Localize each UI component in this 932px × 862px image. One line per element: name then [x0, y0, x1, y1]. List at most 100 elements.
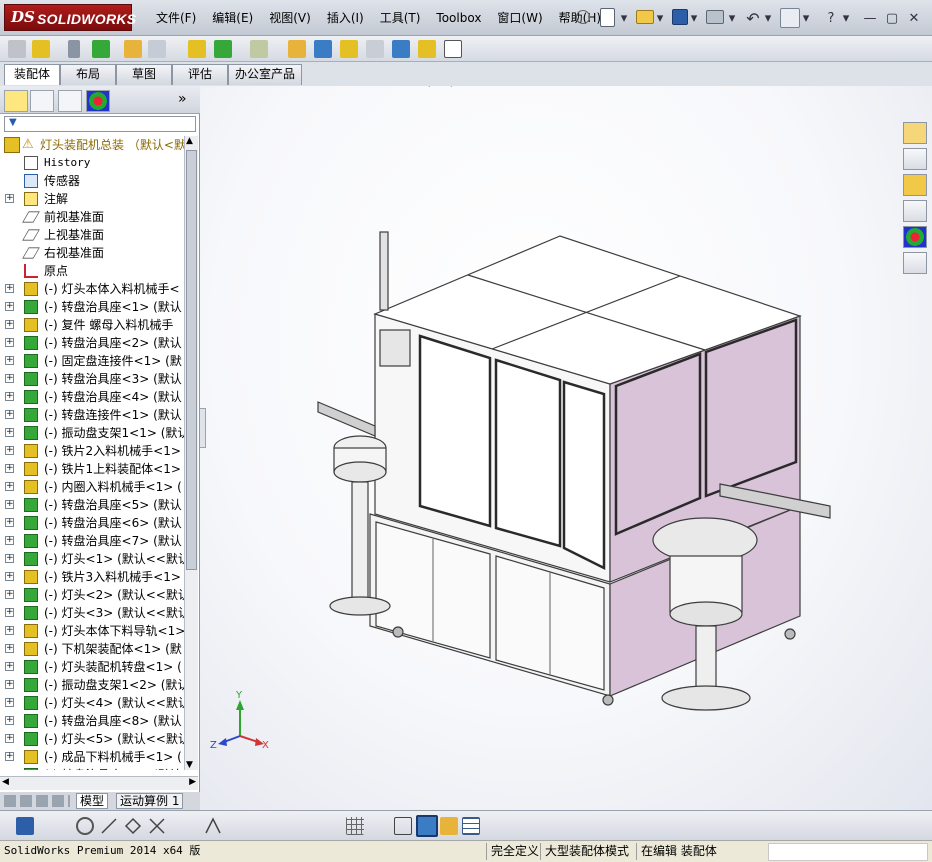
tab-assembly[interactable]: 装配体 — [4, 64, 60, 85]
ime-toolbar[interactable] — [768, 843, 928, 861]
menu-item-5[interactable]: Toolbox — [428, 10, 489, 26]
polygon-icon[interactable] — [124, 817, 142, 835]
insert-component-icon[interactable] — [8, 40, 26, 58]
open-folder-icon[interactable] — [636, 10, 654, 24]
reference-geometry-icon[interactable] — [250, 40, 268, 58]
expand-plus-icon[interactable]: + — [5, 518, 14, 527]
expand-plus-icon[interactable]: + — [5, 626, 14, 635]
tree-item[interactable]: + (-) 灯头<1> (默认<<默认 — [0, 550, 184, 568]
expand-plus-icon[interactable]: + — [5, 680, 14, 689]
expand-plus-icon[interactable]: + — [5, 716, 14, 725]
menu-item-6[interactable]: 窗口(W) — [489, 10, 550, 26]
tab-evaluate[interactable]: 评估 — [172, 64, 228, 85]
custom-properties-icon[interactable] — [903, 252, 927, 274]
expand-plus-icon[interactable]: + — [5, 194, 14, 203]
scroll-left-icon[interactable]: ◀ — [2, 777, 9, 787]
expand-plus-icon[interactable]: + — [5, 536, 14, 545]
tree-item[interactable]: 右视基准面 — [0, 244, 184, 262]
linear-pattern-icon[interactable] — [92, 40, 110, 58]
expand-plus-icon[interactable]: + — [5, 428, 14, 437]
save-icon[interactable] — [672, 9, 688, 25]
expand-plus-icon[interactable]: + — [5, 356, 14, 365]
tree-item[interactable]: + (-) 灯头本体下料导轨<1> — [0, 622, 184, 640]
exploded-view-icon[interactable] — [314, 40, 332, 58]
tree-item[interactable]: + (-) 铁片3入料机械手<1> — [0, 568, 184, 586]
property-manager-tab-icon[interactable] — [30, 90, 54, 112]
expand-plus-icon[interactable]: + — [5, 320, 14, 329]
scroll-down-icon[interactable]: ▼ — [186, 760, 193, 770]
view-palette-icon[interactable] — [903, 200, 927, 222]
dimension-icon[interactable] — [204, 817, 222, 835]
expand-plus-icon[interactable]: + — [5, 752, 14, 761]
expand-plus-icon[interactable]: + — [5, 410, 14, 419]
menu-item-4[interactable]: 工具(T) — [372, 10, 429, 26]
bill-of-materials-icon[interactable] — [288, 40, 306, 58]
filter-icon[interactable]: ▼ — [9, 117, 17, 128]
scroll-thumb[interactable] — [186, 150, 197, 570]
save-icon[interactable] — [16, 817, 34, 835]
update-speedpak-icon[interactable] — [392, 40, 410, 58]
table-icon[interactable] — [462, 817, 480, 835]
tree-item[interactable]: + (-) 灯头装配机转盘<1> ( — [0, 658, 184, 676]
tree-filter[interactable]: ▼ — [4, 116, 196, 132]
explode-line-icon[interactable] — [340, 40, 358, 58]
expand-plus-icon[interactable]: + — [5, 338, 14, 347]
tree-item[interactable]: + (-) 铁片1上料装配体<1> — [0, 460, 184, 478]
tree-item[interactable]: + (-) 下机架装配体<1> (默 — [0, 640, 184, 658]
point-icon[interactable] — [76, 817, 94, 835]
expand-plus-icon[interactable]: + — [5, 500, 14, 509]
tree-item[interactable]: + (-) 转盘治具座<8> (默认 — [0, 712, 184, 730]
tab-motion-study-1[interactable]: 运动算例 1 — [116, 793, 184, 809]
chevron-down-icon[interactable]: ▾ — [764, 9, 772, 27]
move-component-icon[interactable] — [148, 40, 166, 58]
display-manager-tab-icon[interactable] — [86, 90, 110, 112]
help-icon[interactable]: ? — [824, 9, 838, 27]
tree-item[interactable]: 上视基准面 — [0, 226, 184, 244]
tree-item[interactable]: 原点 — [0, 262, 184, 280]
expand-plus-icon[interactable]: + — [5, 644, 14, 653]
large-assembly-mode-icon[interactable] — [444, 40, 462, 58]
tree-item[interactable]: + (-) 转盘连接件<1> (默认 — [0, 406, 184, 424]
menu-item-2[interactable]: 视图(V) — [261, 10, 319, 26]
tree-root-item[interactable]: ⚠ 灯头装配机总装 （默认<默 — [0, 136, 184, 154]
tab-sketch[interactable]: 草图 — [116, 64, 172, 85]
tree-vertical-scrollbar[interactable]: ▲ ▼ — [184, 136, 198, 770]
tree-item[interactable]: 前视基准面 — [0, 208, 184, 226]
panel-collapse-handle[interactable] — [200, 408, 206, 448]
new-document-icon[interactable] — [600, 8, 615, 27]
undo-icon[interactable]: ↶ — [744, 9, 762, 28]
mate-icon[interactable] — [68, 40, 80, 58]
tree-item[interactable]: + (-) 灯头<4> (默认<<默认 — [0, 694, 184, 712]
tree-item[interactable]: + (-) 复件 螺母入料机械手 — [0, 316, 184, 334]
instant3d-icon[interactable] — [366, 40, 384, 58]
tree-item[interactable]: + (-) 振动盘支架1<1> (默认 — [0, 424, 184, 442]
tree-item[interactable]: + (-) 转盘治具座<4> (默认 — [0, 388, 184, 406]
expand-plus-icon[interactable]: + — [5, 302, 14, 311]
tree-item[interactable]: + (-) 固定盘连接件<1> (默 — [0, 352, 184, 370]
menu-item-3[interactable]: 插入(I) — [319, 10, 372, 26]
tree-item[interactable]: + (-) 转盘治具座<1> (默认 — [0, 298, 184, 316]
configuration-manager-tab-icon[interactable] — [58, 90, 82, 112]
expand-panel-arrow-icon[interactable]: » — [178, 91, 187, 107]
expand-plus-icon[interactable]: + — [5, 464, 14, 473]
tree-item[interactable]: + (-) 灯头<2> (默认<<默认 — [0, 586, 184, 604]
expand-plus-icon[interactable]: + — [5, 734, 14, 743]
new-part-icon[interactable] — [32, 40, 50, 58]
tree-item[interactable]: + (-) 成品下料机械手<1> ( — [0, 748, 184, 766]
tree-item[interactable]: +(-) 转盘治具座<9> (默认 — [0, 766, 184, 770]
hide-show-icon[interactable] — [188, 40, 206, 58]
tab-layout[interactable]: 布局 — [60, 64, 116, 85]
solidworks-resources-icon[interactable] — [903, 122, 927, 144]
minimize-icon[interactable]: — — [862, 9, 878, 27]
tree-item[interactable]: + (-) 铁片2入料机械手<1> — [0, 442, 184, 460]
shaded-box-icon[interactable] — [416, 815, 438, 837]
tab-navigation-arrows[interactable] — [4, 795, 70, 807]
expand-plus-icon[interactable]: + — [5, 284, 14, 293]
scroll-up-icon[interactable]: ▲ — [186, 136, 193, 146]
trim-icon[interactable] — [148, 817, 166, 835]
expand-plus-icon[interactable]: + — [5, 698, 14, 707]
tree-item[interactable]: + (-) 振动盘支架1<2> (默认 — [0, 676, 184, 694]
tree-item[interactable]: + (-) 灯头本体入料机械手< — [0, 280, 184, 298]
restore-icon[interactable]: ▢ — [884, 9, 900, 27]
tree-item[interactable]: + (-) 转盘治具座<5> (默认 — [0, 496, 184, 514]
